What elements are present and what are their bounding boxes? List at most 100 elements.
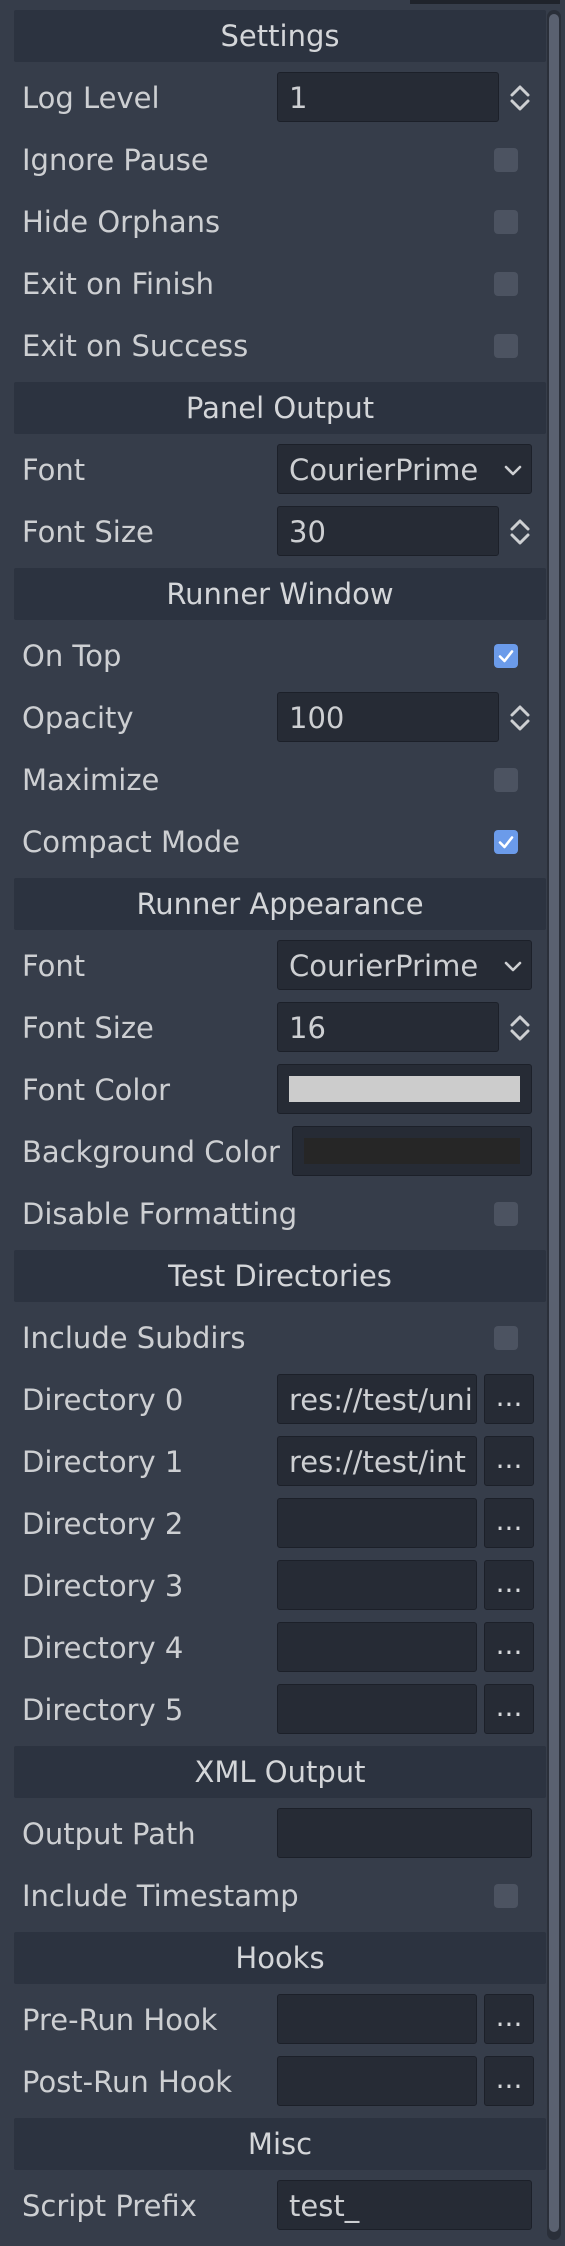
directory-row: Directory 4 ...	[14, 1622, 546, 1674]
runner-font-size-label: Font Size	[22, 1011, 154, 1045]
pre-run-hook-row: Pre-Run Hook ...	[14, 1994, 546, 2046]
opacity-spinbox[interactable]: 100	[277, 692, 499, 742]
top-edge-bar	[410, 0, 560, 4]
browse-button[interactable]: ...	[484, 1684, 534, 1734]
directory-label: Directory 0	[22, 1383, 184, 1417]
runner-font-dropdown[interactable]: CourierPrime	[277, 940, 532, 990]
pre-run-browse-button[interactable]: ...	[484, 1994, 534, 2044]
browse-button[interactable]: ...	[484, 1374, 534, 1424]
vertical-scrollbar[interactable]	[547, 10, 561, 2240]
compact-mode-checkbox[interactable]	[494, 830, 518, 854]
include-timestamp-row: Include Timestamp	[14, 1870, 546, 1922]
log-level-spinbox[interactable]: 1	[277, 72, 499, 122]
panel-font-dropdown[interactable]: CourierPrime	[277, 444, 532, 494]
updown-arrows-icon[interactable]	[504, 82, 536, 114]
directory-path-field[interactable]	[277, 1684, 477, 1734]
checkmark-icon	[498, 836, 514, 849]
panel-font-size-spinbox[interactable]: 30	[277, 506, 499, 556]
directory-path-field[interactable]	[277, 1560, 477, 1610]
pre-run-hook-field[interactable]	[277, 1994, 477, 2044]
font-color-label: Font Color	[22, 1073, 171, 1107]
include-timestamp-checkbox[interactable]	[494, 1884, 518, 1908]
ignore-pause-label: Ignore Pause	[22, 143, 209, 177]
hide-orphans-checkbox[interactable]	[494, 210, 518, 234]
on-top-row: On Top	[14, 630, 546, 682]
disable-formatting-checkbox[interactable]	[494, 1202, 518, 1226]
exit-on-finish-row: Exit on Finish	[14, 258, 546, 310]
browse-button[interactable]: ...	[484, 1560, 534, 1610]
section-header-runner-window: Runner Window	[14, 568, 546, 620]
post-run-hook-label: Post-Run Hook	[22, 2065, 233, 2099]
section-header-settings: Settings	[14, 10, 546, 62]
ignore-pause-row: Ignore Pause	[14, 134, 546, 186]
panel-font-label: Font	[22, 453, 86, 487]
panel-font-size-label: Font Size	[22, 515, 154, 549]
updown-arrows-icon[interactable]	[504, 1012, 536, 1044]
settings-list: Settings Log Level 1 Ignore Pause Hide O…	[14, 10, 546, 2242]
output-path-field[interactable]	[277, 1808, 532, 1858]
browse-button[interactable]: ...	[484, 1498, 534, 1548]
output-path-label: Output Path	[22, 1817, 196, 1851]
post-run-browse-button[interactable]: ...	[484, 2056, 534, 2106]
script-prefix-label: Script Prefix	[22, 2189, 197, 2223]
browse-button[interactable]: ...	[484, 1436, 534, 1486]
disable-formatting-row: Disable Formatting	[14, 1188, 546, 1240]
hide-orphans-label: Hide Orphans	[22, 205, 221, 239]
on-top-checkbox[interactable]	[494, 644, 518, 668]
directory-path-field[interactable]	[277, 1622, 477, 1672]
directory-row: Directory 3 ...	[14, 1560, 546, 1612]
chevron-down-icon	[504, 961, 522, 972]
background-color-swatch	[304, 1138, 520, 1164]
background-color-row: Background Color	[14, 1126, 546, 1178]
directory-path-field[interactable]	[277, 1498, 477, 1548]
runner-font-row: Font CourierPrime	[14, 940, 546, 992]
maximize-row: Maximize	[14, 754, 546, 806]
directory-path-field[interactable]: res://test/int	[277, 1436, 477, 1486]
exit-on-finish-label: Exit on Finish	[22, 267, 215, 301]
browse-button[interactable]: ...	[484, 1622, 534, 1672]
ignore-pause-checkbox[interactable]	[494, 148, 518, 172]
include-subdirs-checkbox[interactable]	[494, 1326, 518, 1350]
panel-font-row: Font CourierPrime	[14, 444, 546, 496]
font-color-swatch	[289, 1076, 520, 1102]
disable-formatting-label: Disable Formatting	[22, 1197, 298, 1231]
output-path-row: Output Path	[14, 1808, 546, 1860]
directory-path-field[interactable]: res://test/uni	[277, 1374, 477, 1424]
directory-row: Directory 2 ...	[14, 1498, 546, 1550]
background-color-picker[interactable]	[292, 1126, 532, 1176]
exit-on-success-checkbox[interactable]	[494, 334, 518, 358]
include-subdirs-row: Include Subdirs	[14, 1312, 546, 1364]
pre-run-hook-label: Pre-Run Hook	[22, 2003, 218, 2037]
script-prefix-field[interactable]: test_	[277, 2180, 532, 2230]
chevron-down-icon	[504, 465, 522, 476]
maximize-checkbox[interactable]	[494, 768, 518, 792]
directory-label: Directory 2	[22, 1507, 184, 1541]
post-run-hook-row: Post-Run Hook ...	[14, 2056, 546, 2108]
section-header-test-directories: Test Directories	[14, 1250, 546, 1302]
panel-font-value: CourierPrime	[289, 453, 479, 487]
script-prefix-row: Script Prefix test_	[14, 2180, 546, 2232]
compact-mode-label: Compact Mode	[22, 825, 240, 859]
log-level-row: Log Level 1	[14, 72, 546, 124]
runner-font-size-spinbox[interactable]: 16	[277, 1002, 499, 1052]
compact-mode-row: Compact Mode	[14, 816, 546, 868]
updown-arrows-icon[interactable]	[504, 702, 536, 734]
directory-label: Directory 3	[22, 1569, 184, 1603]
section-header-misc: Misc	[14, 2118, 546, 2170]
runner-font-size-row: Font Size 16	[14, 1002, 546, 1054]
checkmark-icon	[498, 650, 514, 663]
section-header-runner-appearance: Runner Appearance	[14, 878, 546, 930]
directory-row: Directory 5 ...	[14, 1684, 546, 1736]
exit-on-finish-checkbox[interactable]	[494, 272, 518, 296]
maximize-label: Maximize	[22, 763, 160, 797]
updown-arrows-icon[interactable]	[504, 516, 536, 548]
opacity-label: Opacity	[22, 701, 134, 735]
include-subdirs-label: Include Subdirs	[22, 1321, 246, 1355]
post-run-hook-field[interactable]	[277, 2056, 477, 2106]
scrollbar-thumb[interactable]	[549, 14, 559, 2232]
font-color-picker[interactable]	[277, 1064, 532, 1114]
section-header-hooks: Hooks	[14, 1932, 546, 1984]
background-color-label: Background Color	[22, 1135, 280, 1169]
exit-on-success-row: Exit on Success	[14, 320, 546, 372]
runner-font-value: CourierPrime	[289, 949, 479, 983]
